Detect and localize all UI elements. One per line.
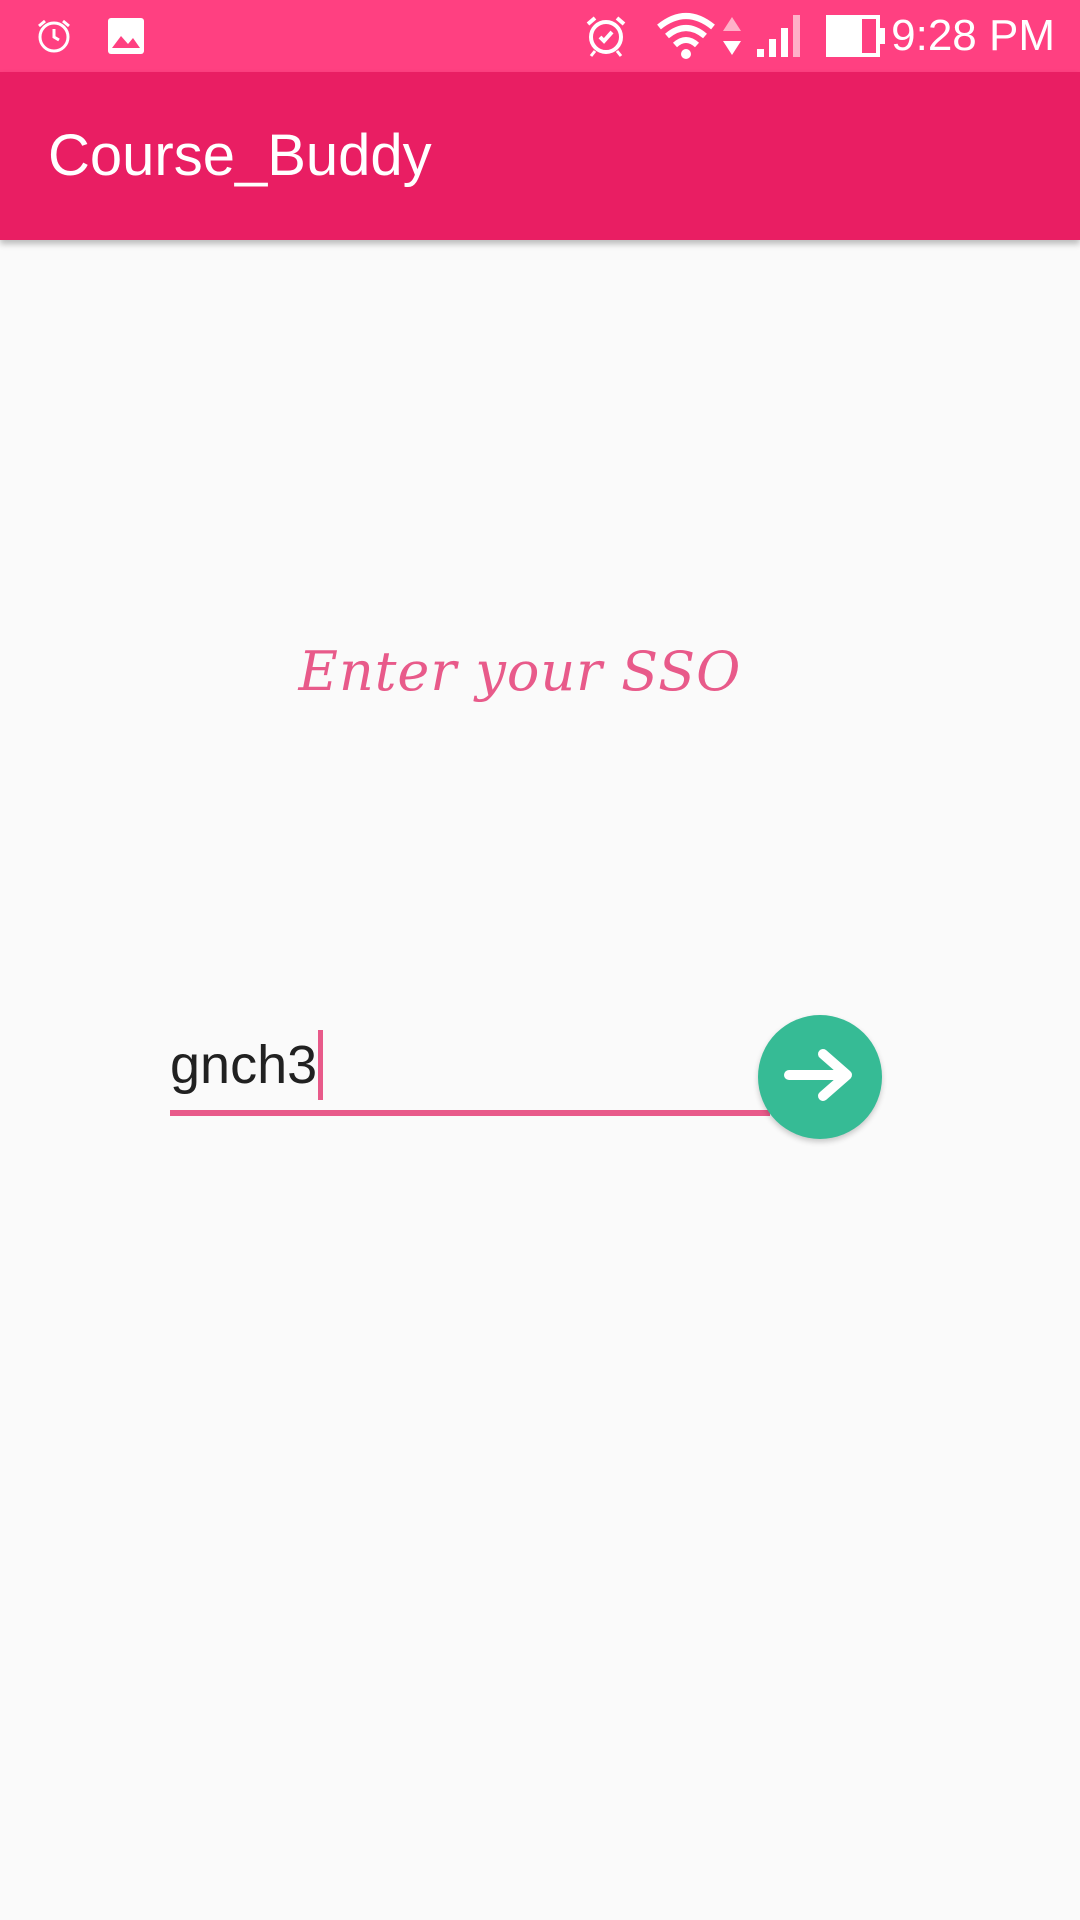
data-arrows-icon xyxy=(718,0,746,72)
arrow-right-icon xyxy=(783,1045,857,1110)
text-cursor xyxy=(318,1030,323,1100)
sso-input[interactable] xyxy=(170,1020,770,1110)
alarm-clock-icon xyxy=(582,0,630,72)
status-bar: 9:28 PM xyxy=(0,0,1080,72)
wifi-icon xyxy=(654,0,718,72)
status-time: 9:28 PM xyxy=(891,11,1055,60)
alarm-icon xyxy=(34,0,74,72)
input-underline xyxy=(170,1110,770,1116)
submit-sso-button[interactable] xyxy=(758,1015,882,1139)
battery-icon xyxy=(826,0,888,72)
signal-icon xyxy=(752,0,804,72)
app-bar: Course_Buddy xyxy=(0,72,1080,240)
image-icon xyxy=(104,0,148,72)
sso-input-container[interactable] xyxy=(170,1020,770,1116)
app-title: Course_Buddy xyxy=(48,123,432,188)
sso-prompt: Enter your SSO xyxy=(298,640,742,703)
